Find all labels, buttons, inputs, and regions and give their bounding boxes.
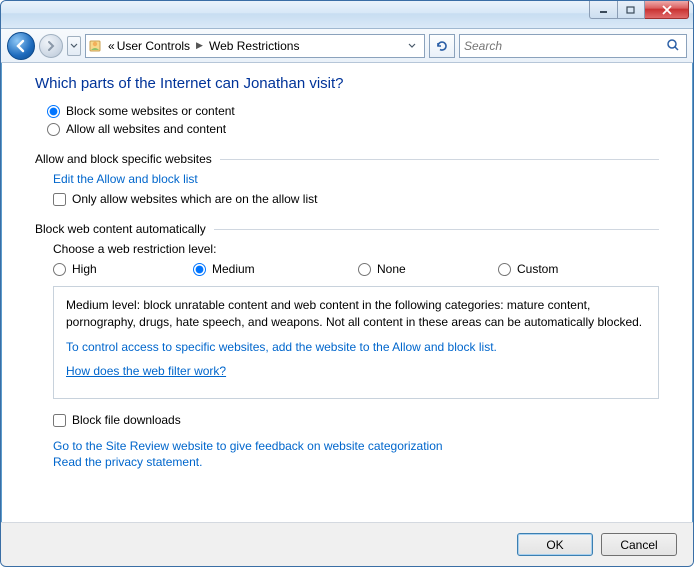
- radio-label: Block some websites or content: [66, 104, 235, 118]
- checkbox-label: Only allow websites which are on the all…: [72, 192, 317, 206]
- only-allow-checkbox[interactable]: Only allow websites which are on the all…: [53, 192, 659, 206]
- divider: [220, 159, 659, 160]
- allow-block-group: Allow and block specific websites Edit t…: [35, 152, 659, 206]
- breadcrumb-item[interactable]: Web Restrictions: [209, 39, 299, 53]
- address-bar[interactable]: « User Controls ▶ Web Restrictions: [85, 34, 425, 58]
- forward-button[interactable]: [39, 34, 63, 58]
- level-radio-group: High Medium None Custom: [53, 262, 659, 276]
- level-high-radio[interactable]: High: [53, 262, 193, 276]
- radio-input[interactable]: [53, 263, 66, 276]
- radio-input[interactable]: [193, 263, 206, 276]
- search-icon[interactable]: [666, 38, 682, 54]
- titlebar: [1, 1, 693, 29]
- how-filter-works-link[interactable]: How does the web filter work?: [66, 363, 646, 380]
- group-title: Allow and block specific websites: [35, 152, 212, 166]
- edit-allow-block-link[interactable]: Edit the Allow and block list: [53, 172, 659, 186]
- radio-label: Custom: [517, 262, 558, 276]
- radio-label: Medium: [212, 262, 255, 276]
- desc-allow-block-link[interactable]: To control access to specific websites, …: [66, 339, 646, 356]
- close-button[interactable]: [645, 1, 689, 19]
- minimize-button[interactable]: [589, 1, 617, 19]
- level-custom-radio[interactable]: Custom: [498, 262, 638, 276]
- navigation-bar: « User Controls ▶ Web Restrictions: [1, 29, 693, 63]
- breadcrumb-item[interactable]: User Controls: [117, 39, 190, 53]
- refresh-button[interactable]: [429, 34, 455, 58]
- divider: [214, 229, 659, 230]
- radio-input[interactable]: [358, 263, 371, 276]
- content-area: Which parts of the Internet can Jonathan…: [1, 63, 693, 522]
- radio-input[interactable]: [47, 123, 60, 136]
- footer-links: Go to the Site Review website to give fe…: [53, 439, 659, 469]
- address-dropdown[interactable]: [402, 36, 422, 56]
- window-controls: [589, 1, 689, 19]
- checkbox-input[interactable]: [53, 193, 66, 206]
- location-icon: [88, 38, 104, 54]
- page-title: Which parts of the Internet can Jonathan…: [35, 75, 659, 92]
- window: « User Controls ▶ Web Restrictions Which…: [0, 0, 694, 567]
- level-medium-radio[interactable]: Medium: [193, 262, 358, 276]
- group-title: Block web content automatically: [35, 222, 206, 236]
- ok-button[interactable]: OK: [517, 533, 593, 556]
- level-description-box: Medium level: block unratable content an…: [53, 286, 659, 399]
- breadcrumb-prefix: «: [108, 39, 115, 53]
- breadcrumb: « User Controls ▶ Web Restrictions: [108, 39, 299, 53]
- auto-block-group: Block web content automatically Choose a…: [35, 222, 659, 399]
- search-input[interactable]: [464, 39, 666, 53]
- nav-history-dropdown[interactable]: [67, 36, 81, 56]
- radio-input[interactable]: [498, 263, 511, 276]
- choose-level-label: Choose a web restriction level:: [53, 242, 659, 256]
- radio-label: Allow all websites and content: [66, 122, 226, 136]
- dialog-button-bar: OK Cancel: [1, 522, 693, 566]
- radio-label: High: [72, 262, 97, 276]
- cancel-button[interactable]: Cancel: [601, 533, 677, 556]
- chevron-right-icon: ▶: [192, 40, 207, 51]
- privacy-link[interactable]: Read the privacy statement.: [53, 455, 659, 469]
- level-description: Medium level: block unratable content an…: [66, 297, 646, 331]
- level-none-radio[interactable]: None: [358, 262, 498, 276]
- mode-block-radio[interactable]: Block some websites or content: [47, 104, 659, 118]
- radio-input[interactable]: [47, 105, 60, 118]
- checkbox-input[interactable]: [53, 414, 66, 427]
- radio-label: None: [377, 262, 406, 276]
- back-button[interactable]: [7, 32, 35, 60]
- mode-allow-radio[interactable]: Allow all websites and content: [47, 122, 659, 136]
- search-box[interactable]: [459, 34, 687, 58]
- block-downloads-checkbox[interactable]: Block file downloads: [53, 413, 659, 427]
- maximize-button[interactable]: [617, 1, 645, 19]
- site-review-link[interactable]: Go to the Site Review website to give fe…: [53, 439, 659, 453]
- checkbox-label: Block file downloads: [72, 413, 181, 427]
